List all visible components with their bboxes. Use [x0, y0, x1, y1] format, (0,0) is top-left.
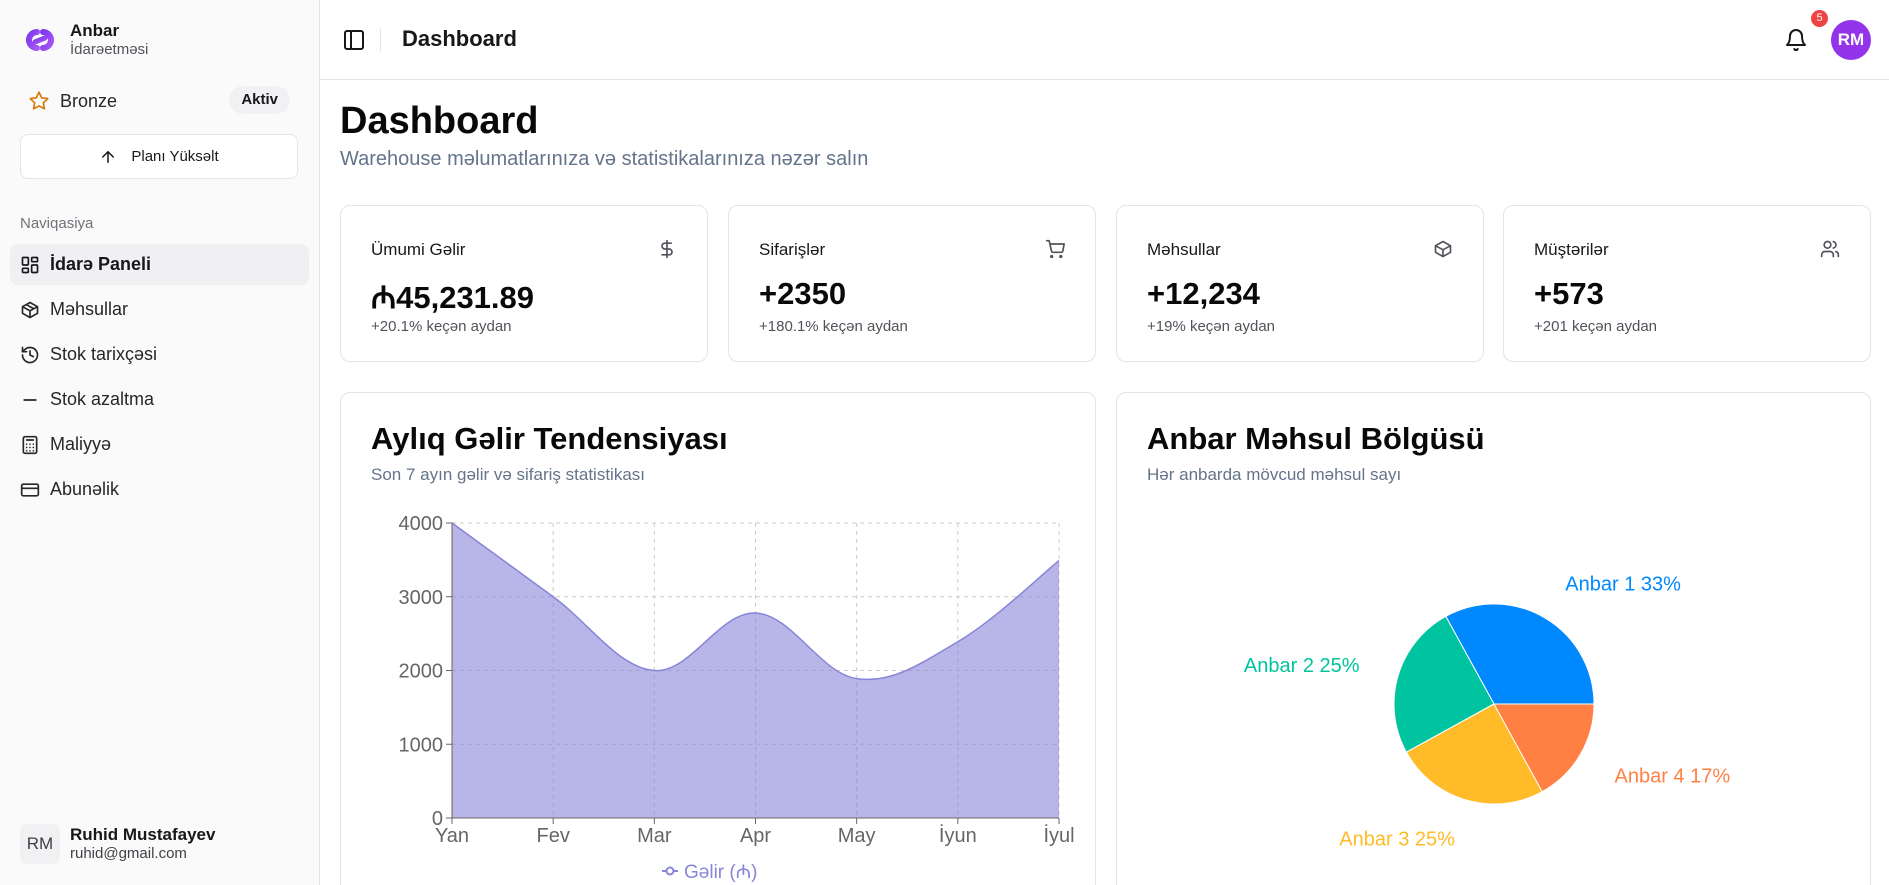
- x-tick-label: May: [838, 825, 876, 847]
- stat-change: +20.1% keçən aydan: [371, 318, 512, 335]
- x-tick-label: Apr: [740, 825, 771, 847]
- pie-slice-label: Anbar 4 17%: [1615, 765, 1731, 787]
- y-tick-label: 4000: [399, 513, 444, 535]
- stat-card-products: Məhsullar +12,234 +19% keçən aydan: [1116, 205, 1484, 362]
- dollar-icon: [661, 239, 673, 259]
- sidebar-item-label: Maliyyə: [50, 434, 112, 454]
- package-icon: [1434, 240, 1452, 258]
- user-avatar: RM: [20, 824, 60, 864]
- top-header: Dashboard 5 RM: [320, 0, 1889, 80]
- brand[interactable]: Anbar İdarəetməsi: [20, 20, 148, 60]
- dashboard-icon: [21, 256, 39, 273]
- sidebar-toggle-icon[interactable]: [342, 28, 366, 52]
- users-icon: [1820, 240, 1840, 258]
- stat-value: +2350: [759, 276, 847, 311]
- page-subtitle: Warehouse məlumatlarınıza və statistikal…: [340, 148, 869, 170]
- page-title: Dashboard: [340, 100, 539, 142]
- x-tick-label: Fev: [536, 825, 569, 847]
- stat-card-customers: Müştərilər +573 +201 keçən aydan: [1503, 205, 1871, 362]
- stat-value: +573: [1534, 276, 1604, 311]
- stat-value: ₼45,231.89: [371, 280, 535, 315]
- y-tick-label: 1000: [399, 734, 444, 756]
- legend-label: Gəlir (₼): [684, 862, 757, 883]
- sidebar-item-label: Stok azaltma: [50, 389, 155, 409]
- y-tick-label: 3000: [399, 587, 444, 609]
- sidebar: Anbar İdarəetməsi Bronze Aktiv Planı Yük…: [0, 0, 320, 885]
- history-icon: [21, 346, 39, 363]
- bell-icon[interactable]: [1784, 28, 1808, 52]
- sidebar-nav: İdarə Paneli Məhsullar Stok tarixçəsi St…: [10, 244, 309, 514]
- x-tick-label: Yan: [435, 825, 469, 847]
- minus-icon: [23, 398, 37, 401]
- warehouse-pie-chart: Anbar 1 33% Anbar 2 25% Anbar 3 25% Anbar 4…: [1244, 573, 1731, 850]
- cart-icon: [1045, 239, 1065, 259]
- pie-slice-label: Anbar 2 25%: [1244, 655, 1360, 677]
- credit-card-icon: [20, 482, 40, 497]
- user-profile[interactable]: RM Ruhid Mustafayev ruhid@gmail.com: [20, 824, 215, 864]
- sidebar-item-label: Abunəlik: [50, 479, 120, 499]
- stat-label: Məhsullar: [1147, 240, 1221, 259]
- revenue-trend-card: Aylıq Gəlir Tendensiyası Son 7 ayın gəli…: [340, 392, 1096, 885]
- sidebar-item-label: Məhsullar: [50, 299, 129, 319]
- warehouse-distribution-card: Anbar Məhsul Bölgüsü Hər anbarda mövcud …: [1116, 392, 1871, 885]
- stat-value: +12,234: [1147, 276, 1260, 311]
- sidebar-item-subscription[interactable]: Abunəlik: [10, 469, 309, 510]
- stat-label: Ümumi Gəlir: [371, 240, 466, 259]
- stat-card-orders: Sifarişlər +2350 +180.1% keçən aydan: [728, 205, 1096, 362]
- user-email: ruhid@gmail.com: [70, 845, 187, 862]
- x-tick-label: Mar: [637, 825, 672, 847]
- notification-badge: 5: [1811, 10, 1828, 27]
- pie-slice-label: Anbar 1 33%: [1565, 573, 1681, 595]
- header-avatar[interactable]: RM: [1831, 20, 1871, 60]
- sidebar-item-label: Stok tarixçəsi: [50, 344, 158, 364]
- sidebar-item-dashboard[interactable]: İdarə Paneli: [10, 244, 309, 285]
- stat-card-revenue: Ümumi Gəlir ₼45,231.89 +20.1% keçən ayda…: [340, 205, 708, 362]
- stat-label: Sifarişlər: [759, 240, 826, 259]
- upgrade-plan-label: Planı Yüksəlt: [131, 148, 219, 165]
- stat-change: +201 keçən aydan: [1534, 318, 1658, 335]
- sidebar-item-finance[interactable]: Maliyyə: [10, 424, 309, 465]
- sidebar-item-label: İdarə Paneli: [50, 254, 152, 274]
- revenue-area-chart: 01000200030004000Yan Fev Mar Apr May İyun İyul…: [399, 513, 1075, 883]
- header-title: Dashboard: [402, 26, 517, 51]
- arrow-up-icon: [102, 150, 115, 163]
- calculator-icon: [22, 435, 38, 454]
- header-divider: [380, 28, 381, 52]
- stat-label: Müştərilər: [1534, 240, 1609, 259]
- pie-slice-label: Anbar 3 25%: [1339, 828, 1455, 850]
- x-tick-label: İyul: [1043, 824, 1074, 847]
- sidebar-item-stock-history[interactable]: Stok tarixçəsi: [10, 334, 309, 375]
- stat-change: +180.1% keçən aydan: [759, 318, 908, 335]
- user-name: Ruhid Mustafayev: [70, 825, 216, 844]
- stat-change: +19% keçən aydan: [1147, 318, 1276, 335]
- sidebar-item-products[interactable]: Məhsullar: [10, 289, 309, 330]
- sidebar-item-stock-reduction[interactable]: Stok azaltma: [10, 379, 309, 420]
- nav-heading: Naviqasiya: [20, 215, 94, 232]
- plan-row: Bronze Aktiv: [28, 86, 290, 116]
- brand-name: Anbar: [70, 21, 120, 40]
- area-fill: [452, 523, 1059, 818]
- y-tick-label: 2000: [399, 661, 444, 683]
- app-root: Anbar İdarəetməsi Bronze Aktiv Planı Yük…: [0, 0, 1889, 885]
- box-icon: [21, 301, 39, 318]
- star-icon: [29, 91, 49, 110]
- x-tick-label: İyun: [939, 824, 977, 847]
- plan-name: Bronze: [60, 90, 118, 111]
- legend-icon-dot: [665, 866, 675, 876]
- upgrade-plan-button[interactable]: Planı Yüksəlt: [20, 134, 298, 179]
- plan-status-badge: Aktiv: [229, 86, 290, 114]
- chart-legend: Gəlir (₼): [662, 862, 757, 883]
- brand-subtitle: İdarəetməsi: [70, 41, 149, 58]
- brand-logo-icon: [26, 29, 54, 51]
